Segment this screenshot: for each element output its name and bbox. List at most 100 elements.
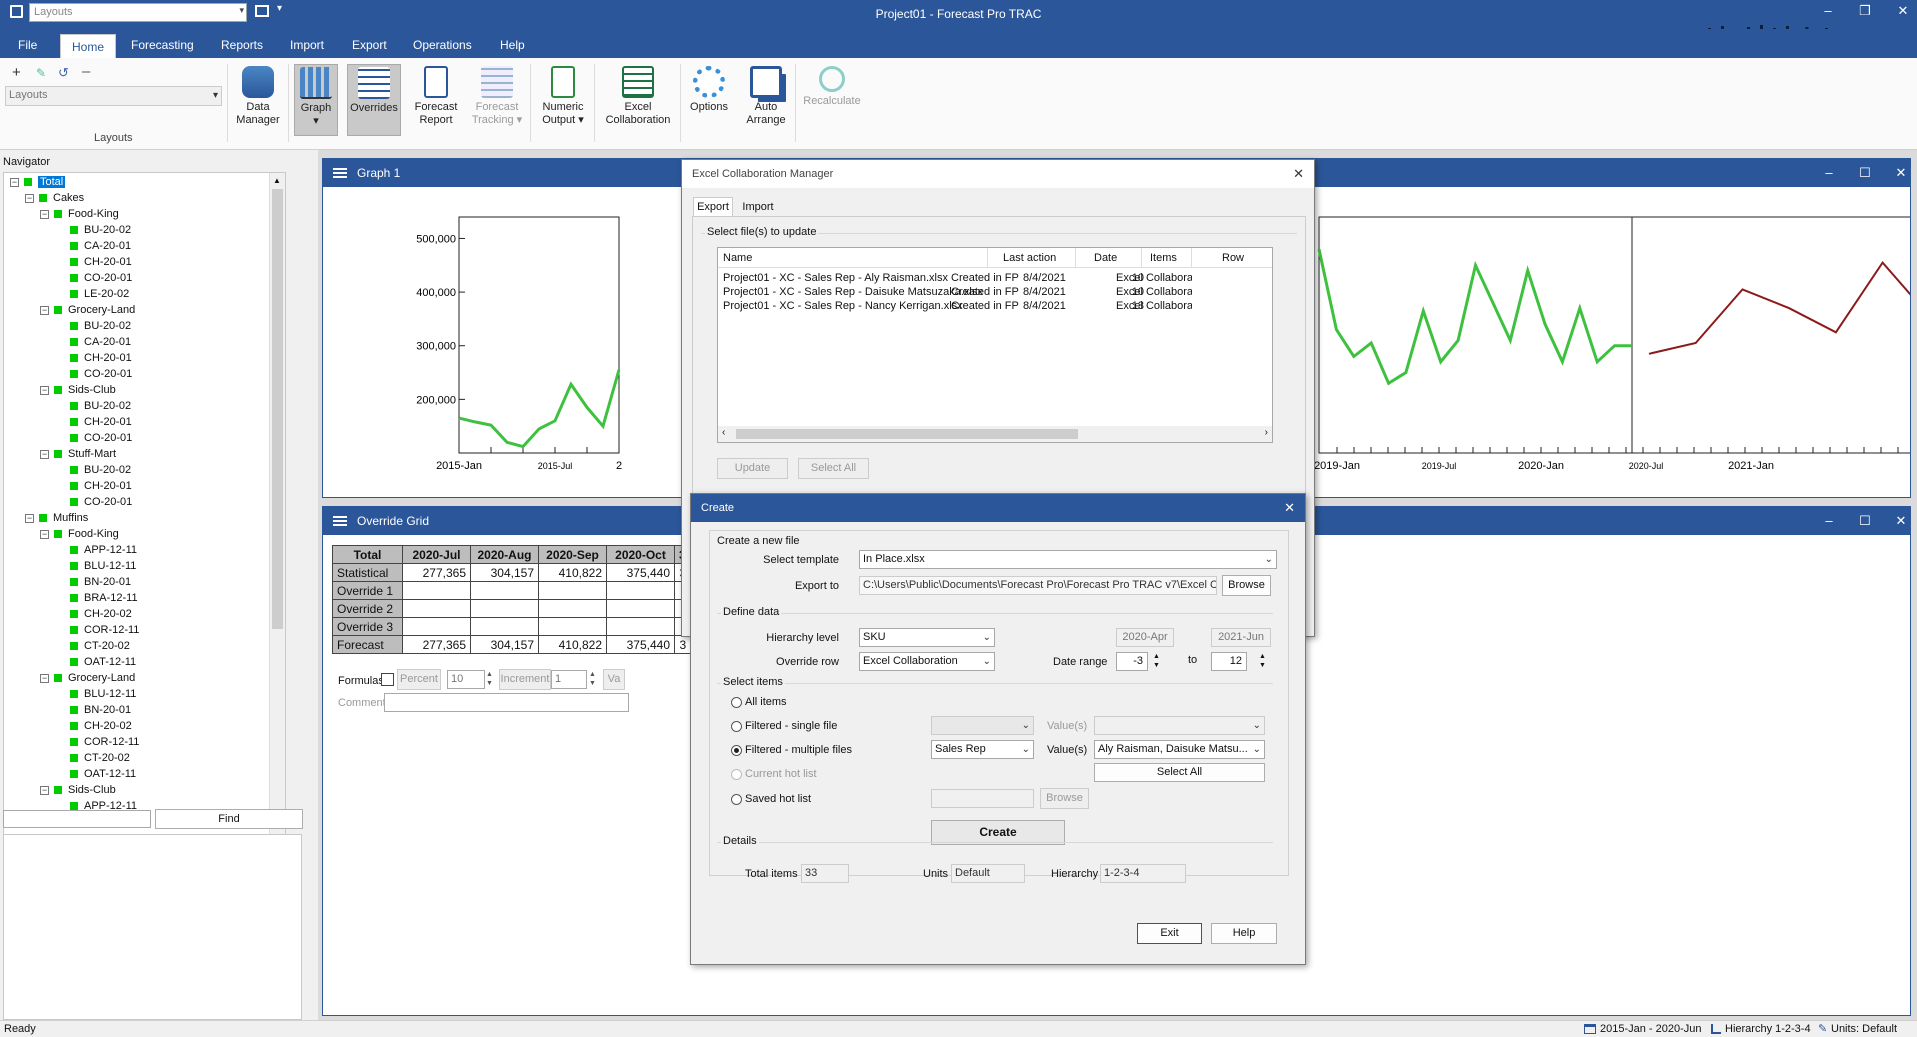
forecast-tracking-button[interactable]: Forecast Tracking ▾ bbox=[470, 64, 524, 136]
range-from-input[interactable]: -3 bbox=[1116, 652, 1148, 671]
grid-cell[interactable] bbox=[470, 599, 539, 618]
select-all-files-button[interactable]: Select All bbox=[798, 458, 869, 479]
horizontal-scrollbar[interactable]: ‹ › bbox=[718, 426, 1272, 442]
options-button[interactable]: Options bbox=[686, 64, 732, 136]
scroll-thumb[interactable] bbox=[272, 189, 283, 629]
all-items-radio[interactable] bbox=[731, 697, 742, 708]
close-icon[interactable]: ✕ bbox=[1891, 507, 1911, 535]
tree-node[interactable]: LE-20-02 bbox=[55, 287, 129, 302]
filtered-single-radio[interactable] bbox=[731, 721, 742, 732]
grid-cell[interactable]: 277,365 bbox=[402, 635, 471, 654]
hierarchy-level-select[interactable]: SKU ⌄ bbox=[859, 628, 995, 647]
value-button[interactable]: Va bbox=[603, 669, 625, 690]
tab-reports[interactable]: Reports bbox=[221, 38, 263, 52]
tree-node[interactable]: CO-20-01 bbox=[55, 495, 132, 510]
tab-import[interactable]: Import bbox=[290, 38, 324, 52]
collapse-icon[interactable]: − bbox=[25, 513, 34, 523]
grid-cell[interactable]: 375,440 bbox=[606, 635, 675, 654]
tree-node[interactable]: CO-20-01 bbox=[55, 271, 132, 286]
file-cell[interactable]: 8/4/2021 bbox=[1023, 298, 1083, 315]
tree-node[interactable]: BLU-12-11 bbox=[55, 559, 136, 574]
help-button[interactable]: Help bbox=[1211, 923, 1277, 944]
tab-home[interactable]: Home bbox=[60, 34, 117, 58]
tree-node[interactable]: − Grocery-Land bbox=[40, 671, 135, 686]
override-row-select[interactable]: Excel Collaboration ⌄ bbox=[859, 652, 995, 671]
grid-cell[interactable]: 304,157 bbox=[470, 635, 539, 654]
collapse-icon[interactable]: − bbox=[40, 209, 49, 219]
excel-collaboration-button[interactable]: Excel Collaboration bbox=[600, 64, 676, 136]
select-all-values-button[interactable]: Select All bbox=[1094, 763, 1265, 782]
comment-input[interactable] bbox=[384, 693, 629, 712]
scroll-left-icon[interactable]: ‹ bbox=[722, 427, 725, 438]
minimize-icon[interactable]: – bbox=[1819, 159, 1839, 187]
tree-node[interactable]: BU-20-02 bbox=[55, 319, 131, 334]
tree-node[interactable]: OAT-12-11 bbox=[55, 655, 136, 670]
grid-cell[interactable] bbox=[470, 581, 539, 600]
collapse-icon[interactable]: − bbox=[10, 177, 19, 187]
tree-node[interactable]: COR-12-11 bbox=[55, 623, 139, 638]
graph-button[interactable]: Graph ▾ bbox=[294, 64, 338, 136]
minimize-icon[interactable]: – bbox=[1818, 3, 1838, 18]
tree-node[interactable]: COR-12-11 bbox=[55, 735, 139, 750]
tab-forecasting[interactable]: Forecasting bbox=[131, 38, 194, 52]
collapse-icon[interactable]: − bbox=[40, 529, 49, 539]
grid-column-header[interactable]: 2020-Sep bbox=[538, 545, 607, 564]
multiple-field-select[interactable]: Sales Rep ⌄ bbox=[931, 740, 1034, 759]
grid-cell[interactable] bbox=[402, 599, 471, 618]
collapse-icon[interactable]: − bbox=[25, 193, 34, 203]
file-cell[interactable]: Project01 - XC - Sales Rep - Nancy Kerri… bbox=[723, 298, 985, 315]
grid-cell[interactable] bbox=[402, 581, 471, 600]
tree-node[interactable]: APP-12-11 bbox=[55, 543, 137, 558]
find-input[interactable] bbox=[3, 810, 151, 828]
template-select[interactable]: In Place.xlsx ⌄ bbox=[859, 550, 1277, 569]
hot-list-input[interactable] bbox=[931, 789, 1034, 808]
hamburger-icon[interactable] bbox=[333, 516, 347, 526]
tree-node[interactable]: BN-20-01 bbox=[55, 703, 131, 718]
overrides-button[interactable]: Overrides bbox=[347, 64, 401, 136]
numeric-output-button[interactable]: Numeric Output ▾ bbox=[536, 64, 590, 136]
tree-node[interactable]: BU-20-02 bbox=[55, 223, 131, 238]
column-header[interactable]: Date bbox=[1076, 248, 1142, 268]
scroll-right-icon[interactable]: › bbox=[1265, 427, 1268, 438]
collapse-icon[interactable]: − bbox=[40, 305, 49, 315]
collapse-icon[interactable]: − bbox=[40, 385, 49, 395]
grid-cell[interactable] bbox=[470, 617, 539, 636]
tab-operations[interactable]: Operations bbox=[413, 38, 472, 52]
remove-layout-icon[interactable]: – bbox=[82, 63, 90, 80]
hamburger-icon[interactable] bbox=[333, 168, 347, 178]
grid-cell[interactable] bbox=[606, 617, 675, 636]
close-icon[interactable]: ✕ bbox=[1293, 160, 1304, 188]
tree-node[interactable]: CT-20-02 bbox=[55, 639, 130, 654]
tree-node[interactable]: BN-20-01 bbox=[55, 575, 131, 590]
grid-cell[interactable]: 410,822 bbox=[538, 635, 607, 654]
tree-node[interactable]: CH-20-02 bbox=[55, 607, 132, 622]
export-path-input[interactable]: C:\Users\Public\Documents\Forecast Pro\F… bbox=[859, 576, 1217, 595]
maximize-icon[interactable]: ☐ bbox=[1855, 159, 1875, 187]
tree-node[interactable]: − Cakes bbox=[25, 191, 84, 206]
tree-node[interactable]: CH-20-01 bbox=[55, 255, 132, 270]
grid-cell[interactable] bbox=[402, 617, 471, 636]
spinner-icon[interactable]: ▲ ▼ bbox=[1259, 652, 1266, 670]
increment-input[interactable]: 1 bbox=[551, 670, 587, 689]
tree-node[interactable]: CH-20-01 bbox=[55, 351, 132, 366]
column-header[interactable]: Items bbox=[1142, 248, 1192, 268]
grid-cell[interactable] bbox=[538, 581, 607, 600]
close-icon[interactable]: ✕ bbox=[1893, 3, 1913, 19]
tree-node[interactable]: CA-20-01 bbox=[55, 335, 131, 350]
range-to-input[interactable]: 12 bbox=[1211, 652, 1247, 671]
recalculate-button[interactable]: Recalculate bbox=[801, 64, 863, 136]
update-button[interactable]: Update bbox=[717, 458, 788, 479]
tree-node[interactable]: CA-20-01 bbox=[55, 239, 131, 254]
tree-node[interactable]: − Muffins bbox=[25, 511, 88, 526]
grid-cell[interactable] bbox=[538, 599, 607, 618]
grid-cell[interactable]: 410,822 bbox=[538, 563, 607, 582]
close-icon[interactable]: ✕ bbox=[1891, 159, 1911, 187]
tab-export[interactable]: Export bbox=[352, 38, 387, 52]
tree-node[interactable]: BU-20-02 bbox=[55, 463, 131, 478]
restore-icon[interactable]: ❐ bbox=[1855, 3, 1875, 19]
exit-button[interactable]: Exit bbox=[1137, 923, 1202, 944]
tree-node[interactable]: BRA-12-11 bbox=[55, 591, 138, 606]
grid-cell[interactable] bbox=[606, 599, 675, 618]
scroll-thumb[interactable] bbox=[736, 429, 1078, 439]
tree-node[interactable]: − Total bbox=[10, 175, 66, 190]
